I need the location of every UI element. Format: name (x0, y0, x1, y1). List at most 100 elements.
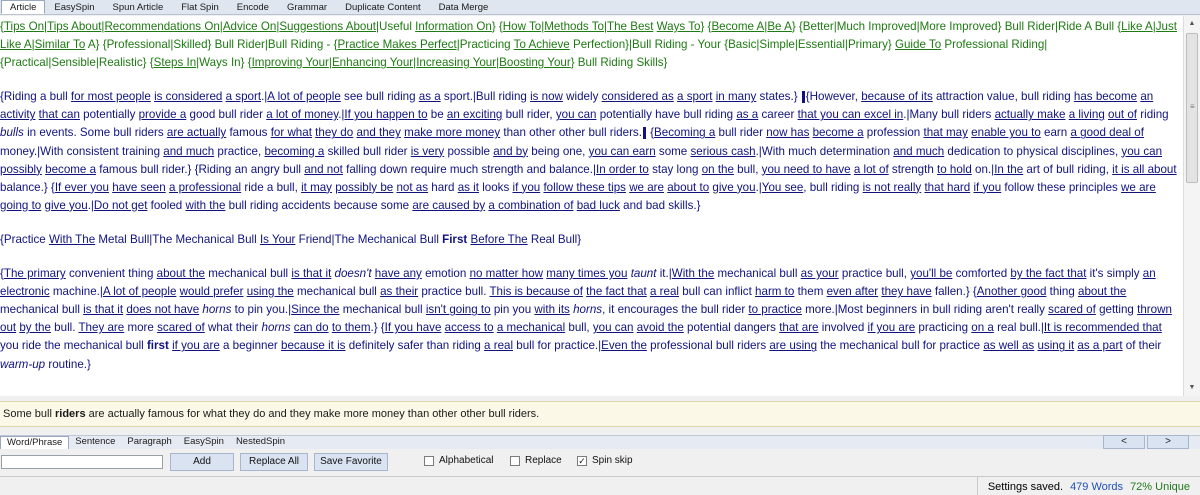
spin-phrase[interactable]: a sport (677, 90, 712, 103)
spin-phrase[interactable]: It is recommended that (1044, 321, 1162, 334)
replace-all-button[interactable]: Replace All (240, 453, 308, 471)
spin-phrase[interactable]: about to (667, 181, 709, 194)
spin-phrase[interactable]: The Best (607, 20, 653, 33)
spin-phrase[interactable]: you need to have (762, 163, 851, 176)
spin-phrase[interactable]: a lot of (854, 163, 889, 176)
spin-phrase[interactable]: as their (380, 285, 418, 298)
spin-skip-checkbox-box[interactable]: ✓ (577, 455, 587, 466)
replace-checkbox[interactable]: Replace (510, 455, 562, 466)
spin-phrase[interactable]: you'll be (910, 267, 952, 280)
spin-phrase[interactable]: becoming a (264, 145, 324, 158)
spin-phrase[interactable]: using the (247, 285, 294, 298)
spin-phrase[interactable]: possibly be (335, 181, 393, 194)
add-button[interactable]: Add (170, 453, 234, 471)
spin-phrase[interactable]: If you have (385, 321, 442, 334)
subtab-paragraph[interactable]: Paragraph (121, 436, 177, 449)
spin-phrase[interactable]: Be A (767, 20, 792, 33)
spin-phrase[interactable]: as well as (983, 339, 1034, 352)
spin-phrase[interactable]: a mechanical (497, 321, 565, 334)
spin-phrase[interactable]: How To (503, 20, 541, 33)
spin-phrase[interactable]: that can (39, 108, 80, 121)
spin-phrase[interactable]: it is all about (1112, 163, 1176, 176)
spin-phrase[interactable]: using it (1037, 339, 1074, 352)
spin-phrase[interactable]: isn't going to (426, 303, 491, 316)
spin-phrase[interactable]: Improving Your (252, 56, 329, 69)
spin-phrase[interactable]: if you (513, 181, 541, 194)
spin-phrase[interactable]: are using (769, 339, 817, 352)
spin-phrase[interactable]: Steps In (154, 56, 197, 69)
spin-phrase[interactable]: about the (1078, 285, 1126, 298)
spin-phrase[interactable]: if you are (868, 321, 916, 334)
spin-phrase[interactable]: a good deal of (1070, 126, 1144, 139)
spin-phrase[interactable]: an exciting (447, 108, 502, 121)
spin-phrase[interactable]: In the (994, 163, 1023, 176)
spin-phrase[interactable]: You see (762, 181, 803, 194)
scroll-up-arrow-icon[interactable]: ▲ (1184, 16, 1200, 32)
spin-phrase[interactable]: This is because of (489, 285, 582, 298)
spin-phrase[interactable]: With The (49, 233, 95, 246)
spin-phrase[interactable]: they do (315, 126, 353, 139)
spin-phrase[interactable]: even after (827, 285, 879, 298)
spin-phrase[interactable]: to them (332, 321, 371, 334)
spin-phrase[interactable]: and by (493, 145, 528, 158)
tab-easyspin[interactable]: EasySpin (45, 0, 103, 14)
spin-phrase[interactable]: out of (1108, 108, 1137, 121)
spin-phrase[interactable]: Tips About (47, 20, 101, 33)
spin-phrase[interactable]: the fact that (586, 285, 647, 298)
spin-phrase[interactable]: become a (45, 163, 96, 176)
spin-phrase[interactable]: Before The (470, 233, 527, 246)
tab-spun-article[interactable]: Spun Article (104, 0, 173, 14)
spin-phrase[interactable]: by the fact that (1010, 267, 1086, 280)
spin-phrase[interactable]: is that it (83, 303, 123, 316)
spin-phrase[interactable]: Another good (977, 285, 1047, 298)
spin-phrase[interactable]: Practice Makes Perfect (338, 38, 457, 51)
spin-phrase[interactable]: Do not get (94, 199, 148, 212)
spin-phrase[interactable]: it may (301, 181, 332, 194)
spin-phrase[interactable]: A lot of people (267, 90, 341, 103)
spin-phrase[interactable]: Information On (415, 20, 492, 33)
spin-phrase[interactable]: enable you to (971, 126, 1041, 139)
spin-phrase[interactable]: you can earn (589, 145, 656, 158)
spin-phrase[interactable]: for what (271, 126, 312, 139)
spin-phrase[interactable]: a sport (226, 90, 261, 103)
spin-phrase[interactable]: no matter how (470, 267, 543, 280)
spin-phrase[interactable]: and much (163, 145, 214, 158)
spin-phrase[interactable]: that hard (924, 181, 970, 194)
save-favorite-button[interactable]: Save Favorite (314, 453, 388, 471)
spin-phrase[interactable]: considered as (602, 90, 674, 103)
spin-phrase[interactable]: you can (556, 108, 597, 121)
spin-phrase[interactable]: Increasing Your (416, 56, 496, 69)
spin-phrase[interactable]: if you are (172, 339, 220, 352)
spin-phrase[interactable]: give you (712, 181, 755, 194)
spin-phrase[interactable]: Tips On (4, 20, 44, 33)
spin-phrase[interactable]: To Achieve (514, 38, 570, 51)
spin-phrase[interactable]: about the (157, 267, 205, 280)
spin-phrase[interactable]: provide a (139, 108, 187, 121)
spin-phrase[interactable]: have seen (112, 181, 166, 194)
spin-phrase[interactable]: are actually (167, 126, 226, 139)
spin-skip-checkbox[interactable]: ✓ Spin skip (577, 455, 633, 466)
spin-phrase[interactable]: a professional (169, 181, 241, 194)
spin-phrase[interactable]: and much (893, 145, 944, 158)
spin-phrase[interactable]: as a (419, 90, 441, 103)
editor-scrollbar[interactable]: ▲ ≡ ▼ (1183, 16, 1200, 396)
spin-phrase[interactable]: With the (672, 267, 715, 280)
spin-phrase[interactable]: make more money (404, 126, 500, 139)
spin-phrase[interactable]: now has (766, 126, 809, 139)
synonym-input[interactable] (1, 455, 163, 469)
prev-button[interactable]: < (1103, 435, 1145, 449)
spin-phrase[interactable]: If ever you (55, 181, 109, 194)
spin-phrase[interactable]: Ways To (657, 20, 701, 33)
replace-checkbox-box[interactable] (510, 455, 520, 466)
spin-phrase[interactable]: a real (484, 339, 513, 352)
spin-phrase[interactable]: not as (396, 181, 428, 194)
tab-article[interactable]: Article (1, 0, 46, 14)
spin-phrase[interactable]: on the (702, 163, 734, 176)
spin-phrase[interactable]: Like A (1121, 20, 1153, 33)
alphabetical-checkbox-box[interactable] (424, 455, 434, 466)
spin-phrase[interactable]: they have (881, 285, 931, 298)
spin-phrase[interactable]: scared of (157, 321, 205, 334)
spin-phrase[interactable]: have any (375, 267, 422, 280)
tab-duplicate-content[interactable]: Duplicate Content (336, 0, 430, 14)
scroll-down-arrow-icon[interactable]: ▼ (1184, 380, 1200, 396)
